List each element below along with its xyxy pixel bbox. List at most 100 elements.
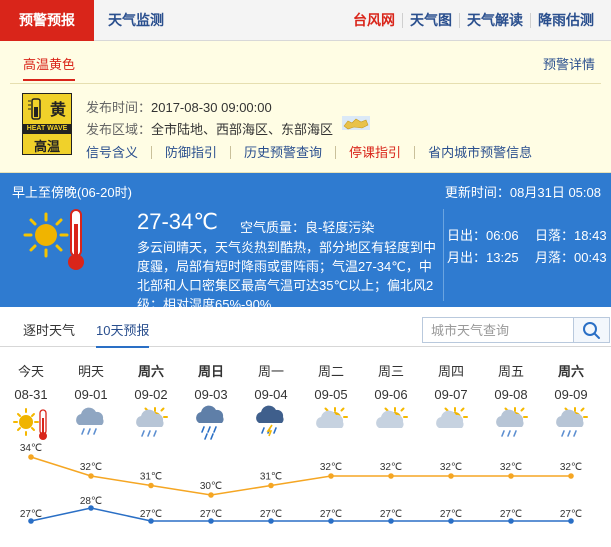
link-weather-analysis[interactable]: 天气解读 — [459, 13, 530, 28]
day-date: 09-02 — [134, 387, 168, 402]
high-temperature-point — [148, 482, 154, 489]
air-quality: 空气质量：良-轻度污染 — [240, 217, 374, 236]
day-name: 明天 — [77, 364, 104, 379]
update-time-label: 更新时间： — [444, 185, 510, 200]
sunrise-value: 06:06 — [486, 228, 519, 243]
badge-type: 高温 — [33, 139, 60, 154]
tab-weather-monitor[interactable]: 天气监测 — [108, 0, 164, 41]
link-typhoon[interactable]: 台风网 — [346, 13, 402, 28]
forecast-description: 多云间晴天，天气炎热到酷热，部分地区有轻度到中度霾，局部有短时降雨或雷阵雨；气温… — [137, 240, 437, 312]
publish-time-label: 发布时间： — [86, 100, 152, 115]
sunset-value: 18:43 — [574, 228, 607, 243]
sunset-label: 日落： — [535, 228, 575, 243]
high-temperature-point — [448, 473, 454, 479]
moonrise-value: 13:25 — [486, 250, 519, 265]
sunrise: 日出：06:06 — [447, 225, 519, 244]
high-temperature-label: 32℃ — [380, 462, 402, 473]
link-signal-meaning[interactable]: 信号含义 — [86, 146, 151, 159]
search-input[interactable] — [423, 318, 573, 342]
low-temperature-label: 27℃ — [320, 509, 342, 520]
low-temperature-label: 28℃ — [80, 496, 102, 507]
tab-hourly[interactable]: 逐时天气 — [23, 320, 75, 339]
day-column[interactable]: 周一 09-04 — [241, 347, 301, 457]
high-temperature-label: 31℃ — [140, 472, 162, 483]
day-date: 09-09 — [554, 387, 588, 402]
day-date: 09-07 — [434, 387, 468, 402]
map-icon[interactable] — [342, 116, 370, 130]
top-nav: 预警预报 天气监测 台风网 天气图 天气解读 降雨估测 — [0, 0, 611, 41]
high-temperature-label: 30℃ — [200, 481, 222, 492]
day-name: 周六 — [137, 364, 164, 379]
day-date: 09-06 — [374, 387, 408, 402]
moonset-value: 00:43 — [574, 250, 607, 265]
high-temperature-line — [30, 456, 571, 496]
tab-warning-forecast[interactable]: 预警预报 — [0, 0, 94, 41]
day-column[interactable]: 明天 09-01 — [61, 347, 121, 457]
high-temperature-label: 32℃ — [440, 462, 462, 473]
sun-cloud-icon — [376, 407, 408, 428]
day-name: 周二 — [317, 364, 344, 379]
sun-cloud-rain-icon — [496, 407, 528, 437]
low-temperature-point — [448, 518, 454, 524]
low-temperature-label: 27℃ — [200, 509, 222, 520]
day-column[interactable]: 周日 09-03 — [181, 347, 241, 457]
air-quality-label: 空气质量： — [240, 220, 306, 235]
link-weather-map[interactable]: 天气图 — [402, 13, 459, 28]
update-time: 更新时间：08月31日 05:08 — [445, 182, 601, 201]
low-temperature-label: 27℃ — [20, 509, 42, 520]
day-date: 09-05 — [314, 387, 348, 402]
air-quality-value: 良-轻度污染 — [305, 220, 375, 235]
heat-wave-warning-badge[interactable]: 黄 HEAT WAVE 高温 — [22, 93, 72, 155]
day-name: 周三 — [377, 364, 404, 379]
high-temperature-point — [388, 473, 394, 479]
heavy-rain-icon — [196, 405, 224, 440]
low-temperature-point — [568, 518, 574, 524]
search-icon — [583, 322, 600, 339]
low-temperature-point — [268, 518, 274, 524]
low-temperature-point — [88, 505, 94, 511]
day-date: 09-03 — [194, 387, 228, 402]
day-column[interactable]: 周六 09-09 — [541, 347, 601, 457]
day-column[interactable]: 今天 08-31 — [1, 347, 61, 457]
day-column[interactable]: 周四 09-07 — [421, 347, 481, 457]
low-temperature-label: 27℃ — [560, 509, 582, 520]
link-rain-estimate[interactable]: 降雨估测 — [530, 13, 601, 28]
tab-ten-day[interactable]: 10天预报 — [96, 320, 150, 348]
link-defense-guide[interactable]: 防御指引 — [151, 146, 230, 159]
sunrise-label: 日出： — [447, 228, 487, 243]
sun-cloud-rain-icon — [136, 407, 168, 437]
publish-area-row: 发布区域：全市陆地、西部海区、东部海区 — [86, 119, 333, 138]
storm-rain-icon — [256, 405, 284, 437]
link-school-suspension[interactable]: 停课指引 — [335, 146, 414, 159]
warning-detail-link[interactable]: 预警详情 — [543, 54, 595, 73]
search-button[interactable] — [573, 318, 609, 342]
low-temperature-label: 27℃ — [140, 509, 162, 520]
temperature-range: 27-34℃ — [137, 209, 218, 234]
day-name: 周四 — [437, 364, 464, 379]
ten-day-forecast: 34℃ 32℃ 31℃ 30℃ 31℃ 32℃ 32℃ 32℃ 32℃ 32℃ 27℃ 28℃ 27℃ 2… — [0, 347, 611, 547]
forecast-period: 早上至傍晚(06-20时) — [12, 185, 132, 200]
high-temperature-point — [568, 473, 574, 479]
badge-strip: HEAT WAVE — [23, 124, 71, 134]
high-temperature-point — [268, 482, 274, 489]
day-name: 周日 — [197, 364, 224, 379]
moonrise-label: 月出： — [447, 250, 487, 265]
update-time-value: 08月31日 05:08 — [509, 185, 601, 200]
tab-heat-yellow[interactable]: 高温黄色 — [23, 54, 76, 81]
low-temperature-label: 27℃ — [260, 509, 282, 520]
link-history-query[interactable]: 历史预警查询 — [230, 146, 335, 159]
day-column[interactable]: 周三 09-06 — [361, 347, 421, 457]
sun-cloud-rain-icon — [556, 407, 588, 437]
day-column[interactable]: 周二 09-05 — [301, 347, 361, 457]
low-temperature-line — [30, 507, 571, 522]
high-temperature-point — [208, 492, 214, 498]
day-column[interactable]: 周六 09-02 — [121, 347, 181, 457]
link-provincial-warnings[interactable]: 省内城市预警信息 — [414, 146, 545, 159]
low-temperature-label: 27℃ — [500, 509, 522, 520]
day-column[interactable]: 周五 09-08 — [481, 347, 541, 457]
warning-panel: 高温黄色 预警详情 黄 HEAT WAVE 高温 发布时间：2017-08-30… — [0, 41, 611, 173]
sun-cloud-icon — [436, 407, 468, 428]
divider — [10, 83, 601, 84]
day-date: 09-08 — [494, 387, 528, 402]
today-forecast-panel: 早上至傍晚(06-20时) 更新时间：08月31日 05:08 27-34℃ 空… — [0, 173, 611, 312]
